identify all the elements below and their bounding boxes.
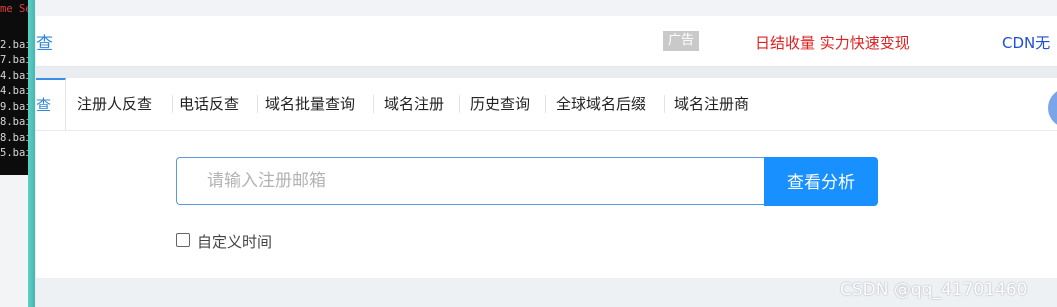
header-link[interactable]: 查 bbox=[36, 29, 53, 54]
email-search-input[interactable] bbox=[176, 157, 764, 205]
tab-divider bbox=[664, 95, 665, 113]
tab-active[interactable]: 查 bbox=[36, 78, 66, 130]
tab-phone-reverse[interactable]: 电话反查 bbox=[179, 94, 239, 114]
tab-bar: 查 注册人反查 电话反查 域名批量查询 域名注册 历史查询 全球域名后缀 域名注… bbox=[36, 78, 1057, 131]
custom-time-checkbox[interactable] bbox=[176, 233, 190, 247]
window-edge bbox=[0, 175, 28, 307]
tab-divider bbox=[545, 95, 546, 113]
header-bar: 查 广告 日结收量 实力快速变现 CDN无 bbox=[36, 16, 1057, 67]
analyze-button[interactable]: 查看分析 bbox=[764, 157, 878, 206]
query-card: 查 注册人反查 电话反查 域名批量查询 域名注册 历史查询 全球域名后缀 域名注… bbox=[36, 78, 1057, 278]
tab-divider bbox=[172, 95, 173, 113]
tab-domain-register[interactable]: 域名注册 bbox=[384, 94, 444, 114]
ad-badge: 广告 bbox=[663, 31, 699, 51]
window-border bbox=[28, 0, 35, 307]
page-gutter bbox=[36, 0, 1057, 16]
ad-link[interactable]: 日结收量 实力快速变现 bbox=[755, 32, 910, 53]
tab-registrar[interactable]: 域名注册商 bbox=[674, 94, 749, 114]
tab-divider bbox=[257, 95, 258, 113]
tab-batch-query[interactable]: 域名批量查询 bbox=[265, 94, 355, 114]
tab-registrant-reverse[interactable]: 注册人反查 bbox=[77, 94, 152, 114]
floating-widget-icon[interactable] bbox=[1048, 88, 1057, 128]
tab-divider bbox=[373, 95, 374, 113]
watermark: CSDN @qq_41701460 bbox=[840, 280, 1028, 300]
tab-history[interactable]: 历史查询 bbox=[470, 94, 530, 114]
tab-divider bbox=[459, 95, 460, 113]
cdn-ad-link[interactable]: CDN无 bbox=[1002, 32, 1050, 53]
tab-global-suffix[interactable]: 全球域名后缀 bbox=[556, 94, 646, 114]
custom-time-label[interactable]: 自定义时间 bbox=[197, 231, 272, 252]
